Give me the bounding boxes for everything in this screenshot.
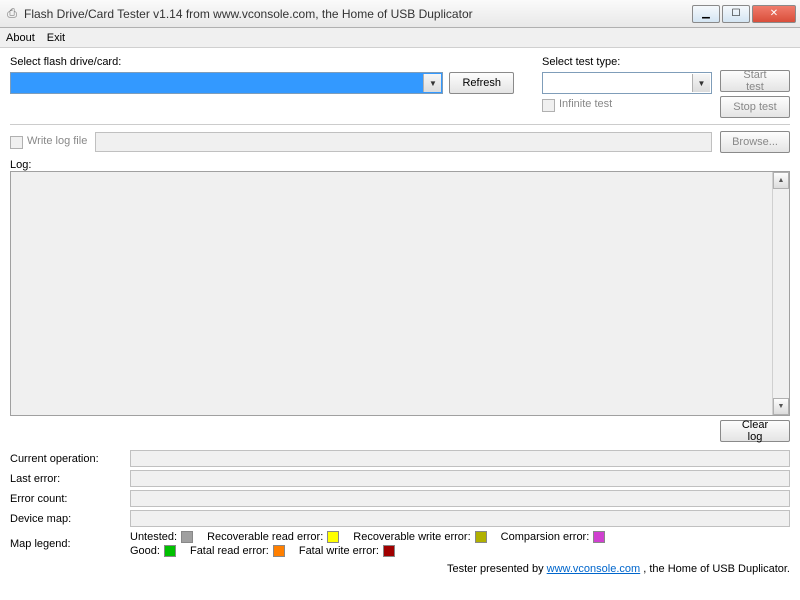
refresh-button[interactable]: Refresh	[449, 72, 514, 94]
close-button[interactable]: ✕	[752, 5, 796, 23]
error-count-label: Error count:	[10, 493, 130, 505]
window-controls: ▁ ☐ ✕	[692, 5, 796, 23]
drive-dropdown[interactable]: ▼	[10, 72, 443, 94]
menu-exit[interactable]: Exit	[47, 32, 65, 44]
legend-item: Fatal write error:	[299, 545, 395, 557]
footer-text: Tester presented by www.vconsole.com , t…	[10, 563, 790, 575]
legend-item-label: Fatal write error:	[299, 545, 379, 557]
map-legend-label: Map legend:	[10, 538, 130, 550]
select-drive-label: Select flash drive/card:	[10, 56, 514, 68]
legend-swatch	[383, 545, 395, 557]
log-label: Log:	[10, 159, 31, 171]
legend-item: Untested:	[130, 531, 193, 543]
app-icon: ⎙	[4, 6, 20, 22]
legend-item-label: Recoverable read error:	[207, 531, 323, 543]
legend-item-label: Comparsion error:	[501, 531, 590, 543]
error-count-field	[130, 490, 790, 507]
legend-item: Recoverable read error:	[207, 531, 339, 543]
menu-about[interactable]: About	[6, 32, 35, 44]
legend-swatch	[164, 545, 176, 557]
scroll-up-icon[interactable]: ▲	[773, 172, 789, 189]
legend-item: Comparsion error:	[501, 531, 606, 543]
legend-item: Fatal read error:	[190, 545, 285, 557]
maximize-button[interactable]: ☐	[722, 5, 750, 23]
test-type-dropdown[interactable]: ▼	[542, 72, 712, 94]
legend-swatch	[593, 531, 605, 543]
chevron-down-icon: ▼	[692, 74, 710, 92]
legend-item: Good:	[130, 545, 176, 557]
legend-swatch	[475, 531, 487, 543]
current-operation-label: Current operation:	[10, 453, 130, 465]
log-path-input[interactable]	[95, 132, 712, 152]
scrollbar[interactable]: ▲ ▼	[772, 172, 789, 415]
stop-test-button[interactable]: Stop test	[720, 96, 790, 118]
legend-swatch	[181, 531, 193, 543]
current-operation-field	[130, 450, 790, 467]
device-map-field	[130, 510, 790, 527]
titlebar: ⎙ Flash Drive/Card Tester v1.14 from www…	[0, 0, 800, 28]
footer-link[interactable]: www.vconsole.com	[547, 563, 641, 575]
infinite-test-label: Infinite test	[559, 98, 612, 110]
legend-item-label: Good:	[130, 545, 160, 557]
clear-log-button[interactable]: Clear log	[720, 420, 790, 442]
chevron-down-icon: ▼	[423, 74, 441, 92]
device-map-label: Device map:	[10, 513, 130, 525]
select-test-label: Select test type:	[542, 56, 712, 68]
last-error-field	[130, 470, 790, 487]
write-log-checkbox[interactable]	[10, 136, 23, 149]
minimize-button[interactable]: ▁	[692, 5, 720, 23]
infinite-test-checkbox[interactable]	[542, 99, 555, 112]
legend-item-label: Untested:	[130, 531, 177, 543]
scroll-down-icon[interactable]: ▼	[773, 398, 789, 415]
legend-item-label: Recoverable write error:	[353, 531, 470, 543]
browse-button[interactable]: Browse...	[720, 131, 790, 153]
legend-swatch	[327, 531, 339, 543]
start-test-button[interactable]: Start test	[720, 70, 790, 92]
last-error-label: Last error:	[10, 473, 130, 485]
legend-swatch	[273, 545, 285, 557]
menubar: About Exit	[0, 28, 800, 48]
write-log-label: Write log file	[27, 135, 87, 147]
legend-item-label: Fatal read error:	[190, 545, 269, 557]
window-title: Flash Drive/Card Tester v1.14 from www.v…	[24, 7, 692, 21]
legend-item: Recoverable write error:	[353, 531, 486, 543]
log-textarea[interactable]: ▲ ▼	[10, 171, 790, 416]
